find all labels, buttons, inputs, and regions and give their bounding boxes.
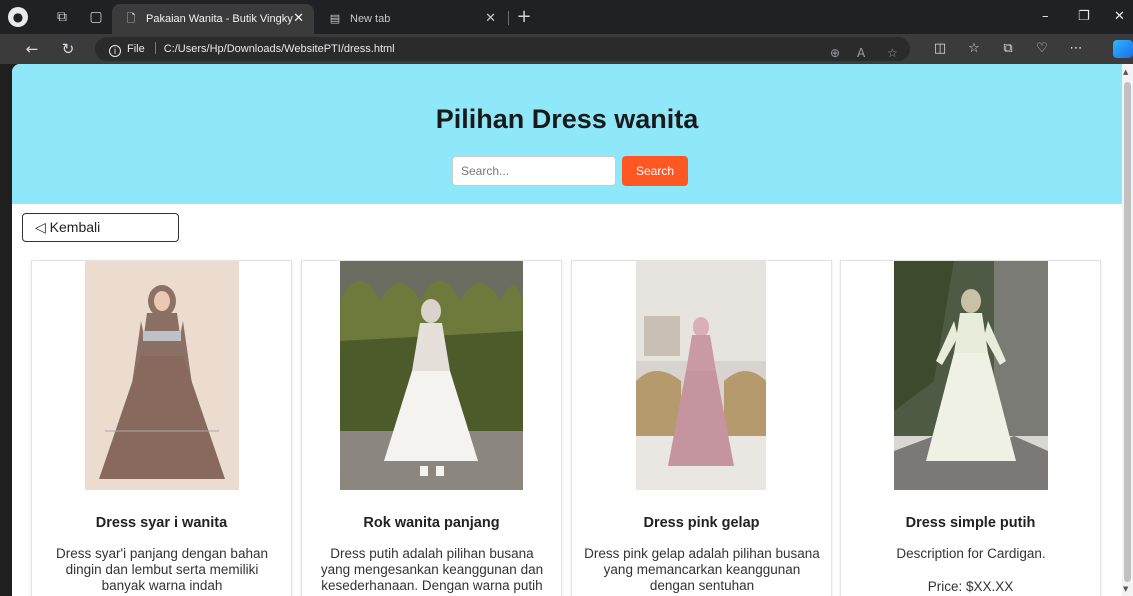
product-title: Rok wanita panjang xyxy=(363,515,500,531)
scrollbar-thumb[interactable] xyxy=(1124,82,1131,582)
split-screen-icon[interactable]: ◫ xyxy=(930,39,950,59)
workspaces-icon[interactable]: ⧉ xyxy=(52,7,72,27)
vertical-scrollbar[interactable]: ▲ ▼ xyxy=(1122,64,1133,596)
scheme-label: File xyxy=(127,43,145,55)
profile-icon[interactable]: ● xyxy=(8,7,28,27)
product-card[interactable]: Dress simple putih Description for Cardi… xyxy=(840,260,1101,596)
address-toolbar: ← ↻ i File C:/Users/Hp/Downloads/WebsitePT… xyxy=(0,34,1133,64)
tab-actions-icon[interactable]: ▢ xyxy=(86,7,106,27)
read-aloud-icon[interactable]: A xyxy=(857,41,865,65)
zoom-icon[interactable]: ⊕ xyxy=(830,41,840,65)
search-button[interactable]: Search xyxy=(622,156,688,186)
back-arrow-icon[interactable]: ← xyxy=(22,39,42,59)
new-tab-page-icon: ▤ xyxy=(329,12,341,25)
product-card[interactable]: Dress syar i wanita Dress syar'i panjang… xyxy=(31,260,292,596)
product-description: Description for Cardigan. xyxy=(896,546,1046,561)
product-card[interactable]: Dress pink gelap Dress pink gelap adalah… xyxy=(571,260,832,596)
back-button[interactable]: ◁ Kembali xyxy=(22,213,179,242)
product-image[interactable] xyxy=(894,261,1048,490)
product-image[interactable] xyxy=(636,261,766,490)
extensions-icon[interactable]: ♡ xyxy=(1032,39,1052,59)
minimize-icon[interactable]: – xyxy=(1042,9,1049,24)
product-price: Price: $XX.XX xyxy=(927,579,1014,594)
url-text: C:/Users/Hp/Downloads/WebsitePTI/dress.h… xyxy=(163,43,395,55)
product-image[interactable] xyxy=(85,261,239,490)
close-tab-icon[interactable]: ✕ xyxy=(293,4,304,34)
product-card[interactable]: Rok wanita panjang Dress putih adalah pi… xyxy=(301,260,562,596)
close-tab-icon[interactable]: ✕ xyxy=(485,4,496,34)
address-divider xyxy=(154,42,156,54)
favorites-icon[interactable]: ☆ xyxy=(964,39,984,59)
page-title: Pilihan Dress wanita xyxy=(435,104,699,134)
search-input[interactable] xyxy=(452,156,616,186)
browser-tab-strip: ● ⧉ ▢ 🗋 Pakaian Wanita - Butik Vingky ✕ … xyxy=(0,0,1133,34)
address-bar[interactable]: i File C:/Users/Hp/Downloads/WebsitePTI/dr… xyxy=(95,37,910,61)
favorite-star-icon[interactable]: ☆ xyxy=(887,41,898,65)
tab-title: New tab xyxy=(350,13,391,25)
product-title: Dress syar i wanita xyxy=(95,515,228,531)
page-viewport: Pilihan Dress wanita Search ◁ Kembali Dr… xyxy=(12,64,1122,596)
info-icon[interactable]: i xyxy=(109,45,121,57)
scroll-down-icon[interactable]: ▼ xyxy=(1123,585,1128,593)
page-header: Pilihan Dress wanita Search xyxy=(12,64,1122,204)
product-description: Dress syar'i panjang dengan bahan dingin… xyxy=(56,546,268,593)
tab-separator xyxy=(508,11,509,25)
new-tab-plus-icon[interactable]: + xyxy=(514,7,534,27)
tab-title: Pakaian Wanita - Butik Vingky xyxy=(146,13,293,25)
product-title: Dress simple putih xyxy=(905,515,1036,531)
tab-active[interactable]: 🗋 Pakaian Wanita - Butik Vingky ✕ xyxy=(112,4,314,34)
product-title: Dress pink gelap xyxy=(643,515,760,531)
restore-icon[interactable]: ❐ xyxy=(1078,9,1090,24)
window-close-icon[interactable]: ✕ xyxy=(1114,9,1125,24)
tab-new-tab[interactable]: ▤ New tab ✕ xyxy=(316,4,506,34)
scroll-up-icon[interactable]: ▲ xyxy=(1123,68,1128,76)
copilot-icon[interactable] xyxy=(1113,40,1133,58)
refresh-icon[interactable]: ↻ xyxy=(58,39,78,59)
product-image[interactable] xyxy=(340,261,523,490)
more-options-icon[interactable]: ⋯ xyxy=(1066,39,1086,59)
product-description: Dress putih adalah pilihan busana yang m… xyxy=(320,546,544,593)
page-icon: 🗋 xyxy=(126,12,136,25)
product-description: Dress pink gelap adalah pilihan busana y… xyxy=(584,546,820,593)
collections-icon[interactable]: ⧉ xyxy=(998,39,1018,59)
